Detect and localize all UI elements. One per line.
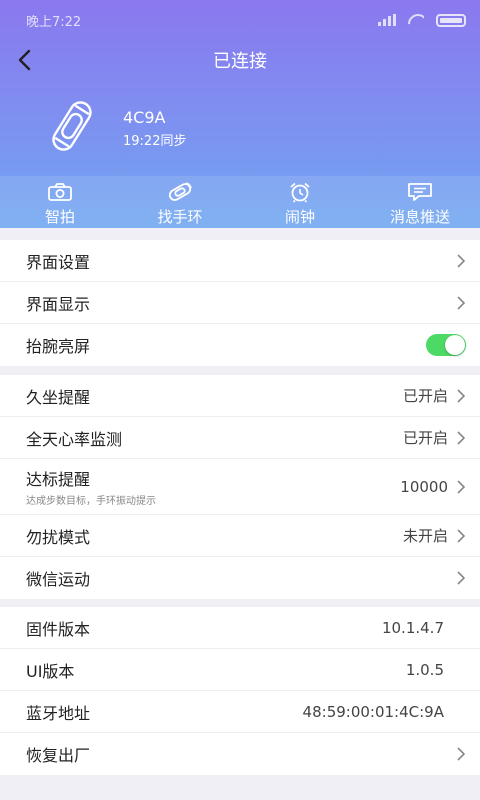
tool-alarm[interactable]: 闹钟 xyxy=(240,176,360,228)
alarm-clock-icon xyxy=(290,182,310,203)
row-interface-display[interactable]: 界面显示 xyxy=(0,282,480,324)
row-value: 10.1.4.7 xyxy=(381,618,444,637)
row-interface-settings[interactable]: 界面设置 xyxy=(0,240,480,282)
wifi-icon xyxy=(408,14,424,26)
page-title: 已连接 xyxy=(213,51,267,72)
row-value: 已开启 xyxy=(402,387,448,405)
raise-to-wake-toggle[interactable] xyxy=(426,334,466,356)
tool-find-band[interactable]: 找手环 xyxy=(120,176,240,228)
row-value: 未开启 xyxy=(402,527,448,545)
message-icon xyxy=(408,183,432,201)
back-button[interactable] xyxy=(8,44,40,76)
row-firmware-version: 固件版本 10.1.4.7 xyxy=(0,607,480,649)
camera-icon xyxy=(48,183,72,201)
row-value: 已开启 xyxy=(402,429,448,447)
row-value: 48:59:00:01:4C:9A xyxy=(302,702,444,721)
device-sync-time: 19:22同步 xyxy=(123,134,187,149)
tool-smart-shot[interactable]: 智拍 xyxy=(0,176,120,228)
chevron-right-icon xyxy=(457,430,466,445)
device-name: 4C9A xyxy=(123,108,166,127)
chevron-right-icon xyxy=(457,253,466,268)
tool-label: 消息推送 xyxy=(389,208,450,226)
chevron-right-icon xyxy=(457,528,466,543)
device-card[interactable]: 4C9A 19:22同步 xyxy=(44,96,186,156)
row-factory-reset[interactable]: 恢复出厂 xyxy=(0,733,480,775)
status-time: 晚上7:22 xyxy=(26,14,82,30)
row-raise-to-wake: 抬腕亮屏 xyxy=(0,324,480,366)
row-sublabel: 达成步数目标，手环振动提示 xyxy=(26,496,156,507)
settings-group-display: 界面设置 界面显示 抬腕亮屏 xyxy=(0,240,480,366)
row-heart-rate-monitor[interactable]: 全天心率监测 已开启 xyxy=(0,417,480,459)
band-icon xyxy=(52,101,92,151)
settings-group-device-info: 固件版本 10.1.4.7 UI版本 1.0.5 蓝牙地址 48:59:00:0… xyxy=(0,607,480,775)
signal-icon xyxy=(378,14,396,26)
header: 晚上7:22 已连接 4C9A 19:22同步 智拍 找手环 闹钟 消息推送 xyxy=(0,0,480,228)
battery-icon xyxy=(436,13,466,27)
tool-message-push[interactable]: 消息推送 xyxy=(360,176,480,228)
chevron-right-icon xyxy=(457,295,466,310)
find-band-icon xyxy=(168,182,192,201)
chevron-right-icon xyxy=(457,571,466,585)
tool-label: 智拍 xyxy=(44,208,75,226)
chevron-right-icon xyxy=(457,479,466,494)
row-do-not-disturb[interactable]: 勿扰模式 未开启 xyxy=(0,515,480,557)
back-arrow-icon xyxy=(18,49,31,71)
status-bar: 晚上7:22 xyxy=(0,0,480,40)
settings-group-reminders: 久坐提醒 已开启 全天心率监测 已开启 达标提醒 达成步数目标，手环振动提示 1… xyxy=(0,375,480,599)
toggle-knob xyxy=(445,335,465,355)
chevron-right-icon xyxy=(457,747,466,761)
row-value: 1.0.5 xyxy=(405,660,444,679)
row-goal-reminder[interactable]: 达标提醒 达成步数目标，手环振动提示 10000 xyxy=(0,459,480,515)
row-wechat-sport[interactable]: 微信运动 xyxy=(0,557,480,599)
row-bluetooth-address: 蓝牙地址 48:59:00:01:4C:9A xyxy=(0,691,480,733)
toolbar: 智拍 找手环 闹钟 消息推送 xyxy=(0,176,480,228)
tool-label: 闹钟 xyxy=(284,208,315,226)
title-bar: 已连接 xyxy=(0,40,480,80)
row-value: 10000 xyxy=(400,477,448,496)
row-sedentary-reminder[interactable]: 久坐提醒 已开启 xyxy=(0,375,480,417)
chevron-right-icon xyxy=(457,388,466,403)
row-ui-version: UI版本 1.0.5 xyxy=(0,649,480,691)
tool-label: 找手环 xyxy=(157,208,203,226)
